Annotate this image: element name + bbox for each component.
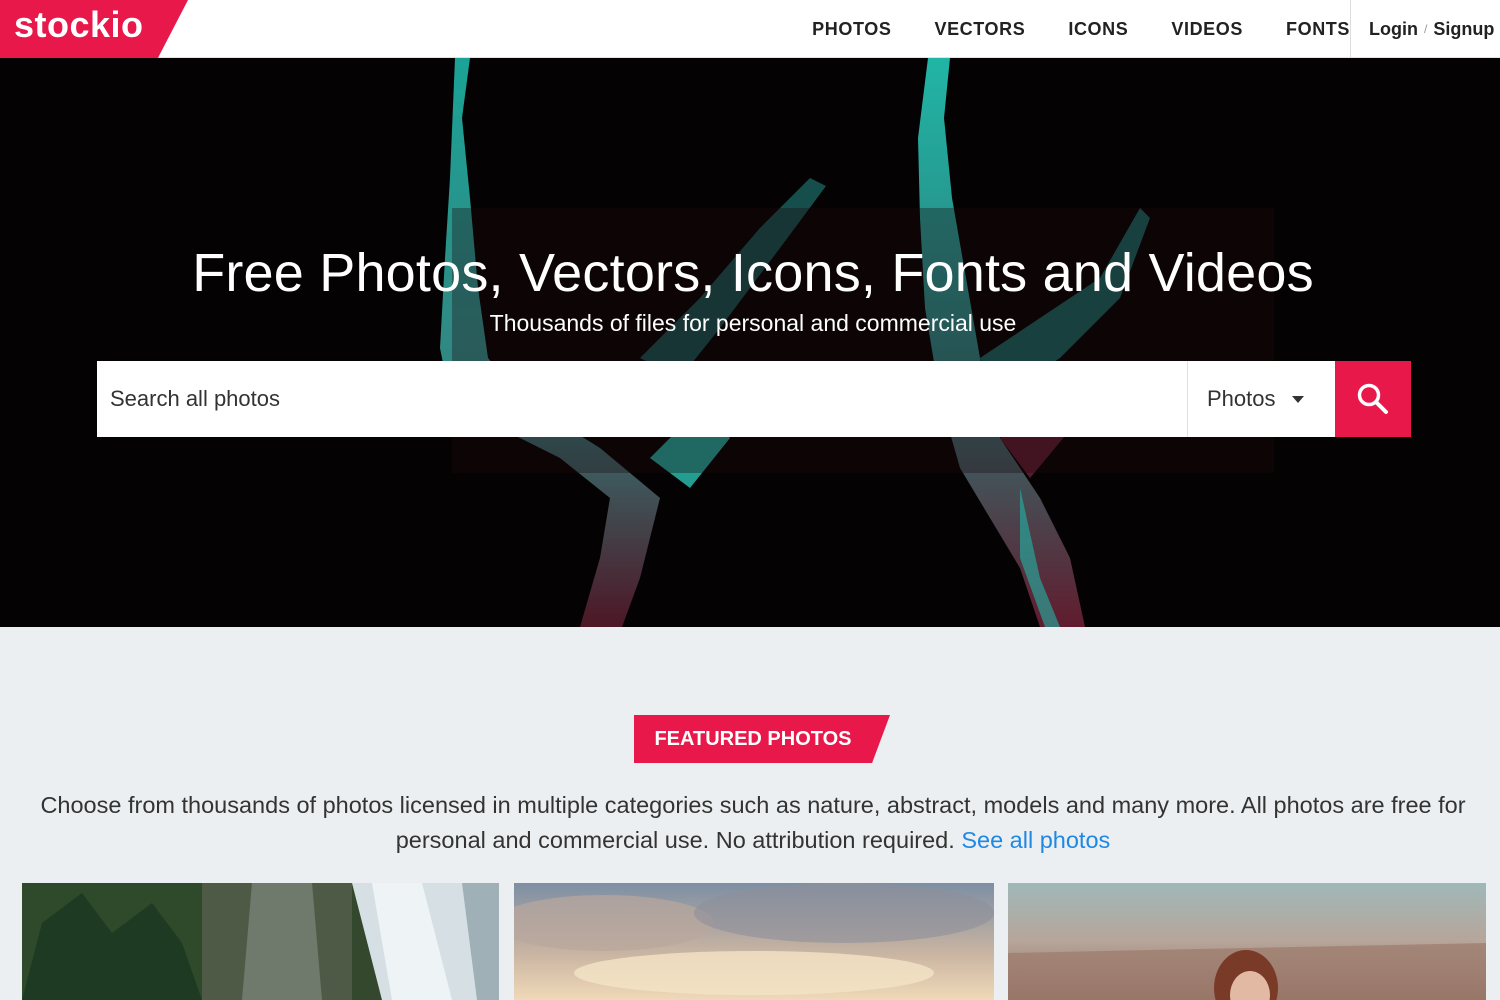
nav-item-photos[interactable]: PHOTOS [812, 19, 891, 40]
see-all-photos-link[interactable]: See all photos [961, 827, 1110, 853]
logo-text: stockio [14, 4, 144, 45]
auth-separator: / [1423, 22, 1428, 36]
nav-item-icons[interactable]: ICONS [1068, 19, 1128, 40]
featured-badge: FEATURED PHOTOS [634, 715, 890, 763]
search-bar: Photos [97, 361, 1411, 437]
login-link[interactable]: Login [1369, 19, 1418, 40]
woman-photo-image [1008, 883, 1486, 1000]
hero-section: Free Photos, Vectors, Icons, Fonts and V… [0, 58, 1500, 627]
logo[interactable]: stockio [0, 0, 188, 58]
category-dropdown[interactable]: Photos [1187, 361, 1335, 437]
search-button[interactable] [1335, 361, 1411, 437]
waterfall-photo-image [22, 883, 499, 1000]
main-nav: PHOTOS VECTORS ICONS VIDEOS FONTS [769, 0, 1350, 58]
featured-badge-label: FEATURED PHOTOS [654, 728, 852, 750]
nav-item-fonts[interactable]: FONTS [1286, 19, 1350, 40]
top-header: stockio PHOTOS VECTORS ICONS VIDEOS FONT… [0, 0, 1500, 58]
hero-title: Free Photos, Vectors, Icons, Fonts and V… [192, 243, 1314, 303]
featured-description: Choose from thousands of photos licensed… [40, 788, 1466, 858]
nav-item-vectors[interactable]: VECTORS [934, 19, 1025, 40]
signup-link[interactable]: Signup [1433, 19, 1494, 40]
sky-photo-image [514, 883, 994, 1000]
featured-photo-woman[interactable] [1008, 883, 1486, 1000]
search-icon [1357, 383, 1388, 414]
auth-links: Login / Signup [1350, 0, 1500, 58]
caret-down-icon [1291, 395, 1304, 403]
featured-photo-waterfall[interactable] [22, 883, 499, 1000]
hero-subtitle: Thousands of files for personal and comm… [489, 310, 1017, 336]
nav-item-videos[interactable]: VIDEOS [1171, 19, 1243, 40]
featured-photo-sky[interactable] [514, 883, 994, 1000]
category-selected: Photos [1207, 386, 1276, 411]
search-input[interactable] [97, 361, 1187, 437]
featured-description-text: Choose from thousands of photos licensed… [40, 792, 1466, 853]
